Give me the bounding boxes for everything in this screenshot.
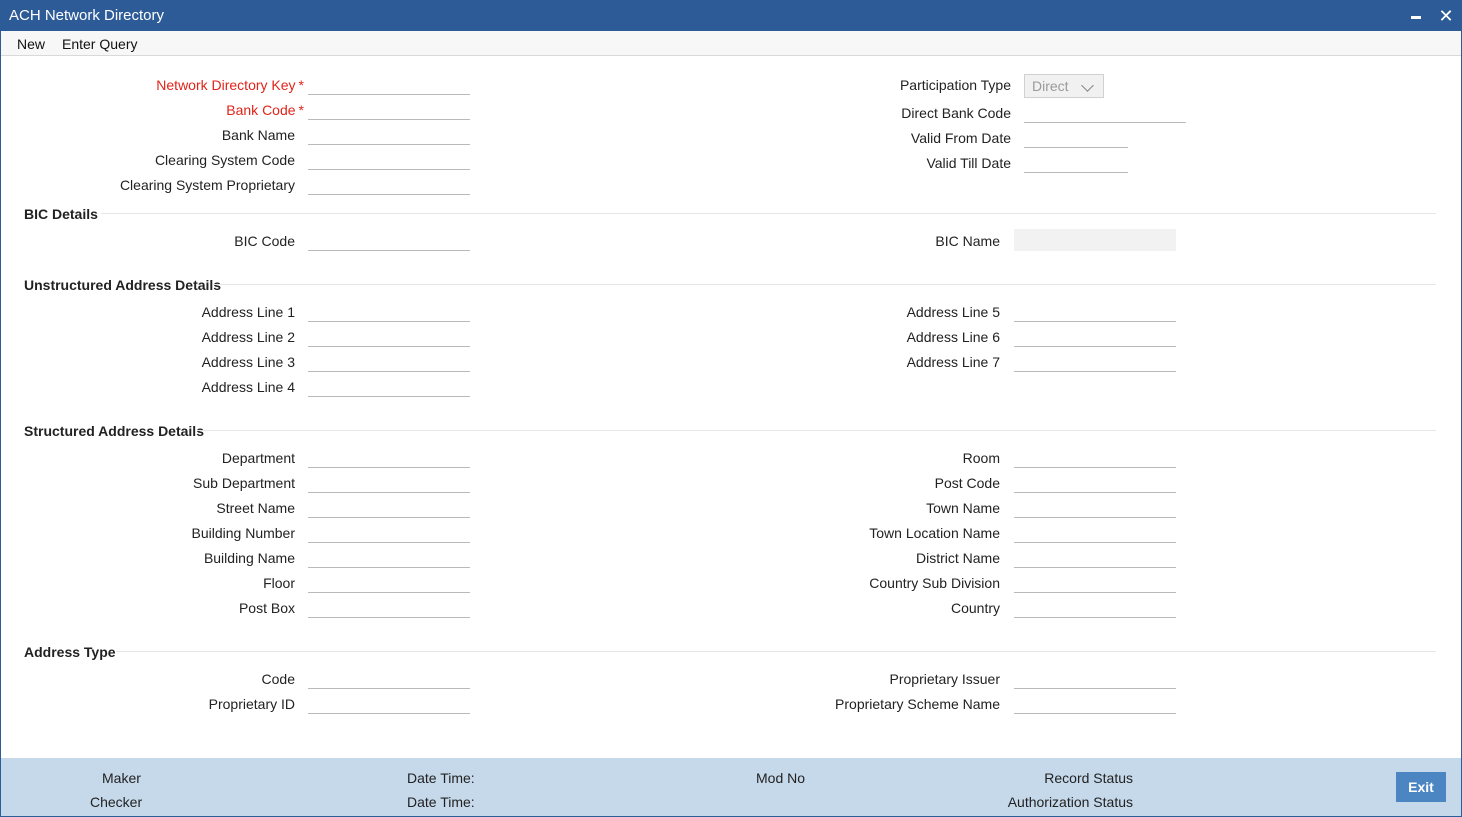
department-label: Department xyxy=(221,450,295,466)
building-name-field[interactable] xyxy=(308,546,470,568)
address-line-6-label: Address Line 6 xyxy=(906,329,1000,345)
proprietary-issuer-field[interactable] xyxy=(1014,667,1176,689)
participation-type-select[interactable]: Direct xyxy=(1024,74,1104,98)
clearing-system-code-field[interactable] xyxy=(308,148,470,170)
title-bar: ACH Network Directory ✕ xyxy=(1,1,1461,31)
address-line-3-field[interactable] xyxy=(308,350,470,372)
window: ACH Network Directory ✕ New Enter Query … xyxy=(0,0,1462,817)
country-sub-division-field[interactable] xyxy=(1014,571,1176,593)
town-location-name-label: Town Location Name xyxy=(869,525,1000,541)
menu-new[interactable]: New xyxy=(17,36,45,52)
unstructured-address-heading: Unstructured Address Details xyxy=(24,277,222,293)
participation-type-value: Direct xyxy=(1032,78,1069,94)
street-name-field[interactable] xyxy=(308,496,470,518)
close-icon[interactable]: ✕ xyxy=(1435,5,1457,27)
district-name-label: District Name xyxy=(915,550,1000,566)
valid-from-date-field[interactable] xyxy=(1024,126,1128,148)
bic-name-field xyxy=(1014,229,1176,251)
street-name-label: Street Name xyxy=(216,500,295,516)
direct-bank-code-label: Direct Bank Code xyxy=(901,105,1011,121)
post-code-field[interactable] xyxy=(1014,471,1176,493)
proprietary-scheme-name-field[interactable] xyxy=(1014,692,1176,714)
structured-address-divider xyxy=(197,430,1436,431)
unstructured-address-divider xyxy=(213,284,1436,285)
address-line-4-field[interactable] xyxy=(308,375,470,397)
address-line-7-label: Address Line 7 xyxy=(906,354,1000,370)
bic-name-label: BIC Name xyxy=(935,233,1000,249)
audit-footer: Maker Checker Date Time: Date Time: Mod … xyxy=(1,758,1461,816)
country-label: Country xyxy=(950,600,1000,616)
valid-till-date-label: Valid Till Date xyxy=(926,155,1011,171)
maker-date-time-label: Date Time: xyxy=(407,770,475,786)
floor-label: Floor xyxy=(263,575,295,591)
network-directory-key-field[interactable] xyxy=(308,73,470,95)
address-type-divider xyxy=(116,651,1436,652)
address-line-5-label: Address Line 5 xyxy=(906,304,1000,320)
maker-label: Maker xyxy=(102,770,141,786)
address-line-2-label: Address Line 2 xyxy=(201,329,295,345)
address-line-6-field[interactable] xyxy=(1014,325,1176,347)
code-field[interactable] xyxy=(308,667,470,689)
building-number-label: Building Number xyxy=(191,525,296,541)
proprietary-id-field[interactable] xyxy=(308,692,470,714)
menu-enter-query[interactable]: Enter Query xyxy=(62,36,137,52)
record-status-label: Record Status xyxy=(1044,770,1133,786)
checker-label: Checker xyxy=(90,794,143,810)
exit-button[interactable]: Exit xyxy=(1396,772,1446,802)
clearing-system-proprietary-label: Clearing System Proprietary xyxy=(119,177,295,193)
bic-details-divider xyxy=(101,213,1436,214)
clearing-system-proprietary-field[interactable] xyxy=(308,173,470,195)
checker-date-time-label: Date Time: xyxy=(407,794,475,810)
valid-till-date-field[interactable] xyxy=(1024,151,1128,173)
bic-details-heading: BIC Details xyxy=(24,206,98,222)
structured-address-heading: Structured Address Details xyxy=(24,423,204,439)
clearing-system-code-label: Clearing System Code xyxy=(154,152,295,168)
sub-department-field[interactable] xyxy=(308,471,470,493)
chevron-down-icon xyxy=(1081,79,1094,92)
bic-code-field[interactable] xyxy=(308,229,470,251)
address-line-4-label: Address Line 4 xyxy=(201,379,295,395)
bank-name-label: Bank Name xyxy=(221,127,295,143)
proprietary-issuer-label: Proprietary Issuer xyxy=(889,671,1000,687)
bank-code-label: Bank Code * xyxy=(226,102,304,118)
authorization-status-label: Authorization Status xyxy=(1007,794,1133,810)
address-line-1-label: Address Line 1 xyxy=(201,304,295,320)
address-type-heading: Address Type xyxy=(24,644,116,660)
proprietary-id-label: Proprietary ID xyxy=(208,696,295,712)
bic-code-label: BIC Code xyxy=(234,233,295,249)
mod-no-label: Mod No xyxy=(756,770,806,786)
bank-name-field[interactable] xyxy=(308,123,470,145)
proprietary-scheme-name-label: Proprietary Scheme Name xyxy=(835,696,1000,712)
address-line-1-field[interactable] xyxy=(308,300,470,322)
valid-from-date-label: Valid From Date xyxy=(910,130,1011,146)
town-name-label: Town Name xyxy=(926,500,1000,516)
address-line-7-field[interactable] xyxy=(1014,350,1176,372)
bank-code-field[interactable] xyxy=(308,98,470,120)
room-field[interactable] xyxy=(1014,446,1176,468)
district-name-field[interactable] xyxy=(1014,546,1176,568)
town-location-name-field[interactable] xyxy=(1014,521,1176,543)
code-label: Code xyxy=(261,671,295,687)
minimize-icon[interactable] xyxy=(1405,5,1427,27)
building-name-label: Building Name xyxy=(203,550,295,566)
address-line-5-field[interactable] xyxy=(1014,300,1176,322)
window-title: ACH Network Directory xyxy=(9,7,165,24)
post-code-label: Post Code xyxy=(934,475,1000,491)
department-field[interactable] xyxy=(308,446,470,468)
building-number-field[interactable] xyxy=(308,521,470,543)
menu-bar: New Enter Query xyxy=(1,31,1461,56)
post-box-label: Post Box xyxy=(238,600,295,616)
room-label: Room xyxy=(962,450,1000,466)
participation-type-label: Participation Type xyxy=(899,77,1011,93)
post-box-field[interactable] xyxy=(308,596,470,618)
sub-department-label: Sub Department xyxy=(193,475,295,491)
network-directory-key-label: Network Directory Key * xyxy=(156,77,304,93)
country-field[interactable] xyxy=(1014,596,1176,618)
direct-bank-code-field[interactable] xyxy=(1024,101,1186,123)
address-line-3-label: Address Line 3 xyxy=(201,354,295,370)
address-line-2-field[interactable] xyxy=(308,325,470,347)
floor-field[interactable] xyxy=(308,571,470,593)
town-name-field[interactable] xyxy=(1014,496,1176,518)
country-sub-division-label: Country Sub Division xyxy=(869,575,1000,591)
